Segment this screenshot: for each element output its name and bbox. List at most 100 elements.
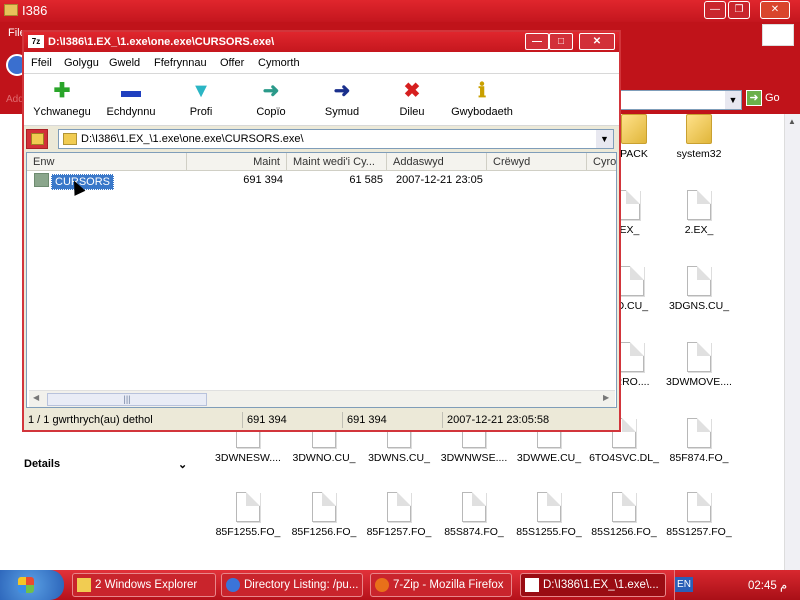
file-item[interactable]: 85F1257.FO_ [361,492,437,538]
file-icon [462,492,486,522]
scroll-right-icon[interactable]: ▶ [603,393,609,402]
folder-up-icon [31,133,44,145]
scroll-left-icon[interactable]: ◀ [33,393,39,402]
file-icon [312,492,336,522]
address-input[interactable] [620,90,742,110]
col-header-created[interactable]: Crëwyd [487,153,587,171]
file-item[interactable]: 3DWMOVE.... [661,342,737,388]
sevenzip-titlebar[interactable]: 7z D:\I386\1.EX_\1.exe\one.exe\CURSORS.e… [24,32,619,52]
delete-button[interactable]: ✖ Dileu [377,80,447,118]
chevron-down-icon[interactable]: ▼ [725,91,741,109]
check-icon: ▼ [191,80,211,102]
info-button[interactable]: ℹ Gwybodaeth [446,80,518,118]
path-input[interactable]: D:\I386\1.EX_\1.exe\one.exe\CURSORS.exe\… [58,129,614,149]
scroll-up-icon[interactable]: ▲ [788,117,796,126]
start-button[interactable] [0,570,64,600]
extract-button[interactable]: ▬ Echdynnu [96,80,166,118]
col-header-extra[interactable]: Cyro [587,153,616,171]
vertical-scrollbar[interactable]: ▲ [784,114,800,570]
details-heading[interactable]: Details [24,458,60,470]
task-directory-listing[interactable]: Directory Listing: /pu... [221,573,363,597]
menu-gweld[interactable]: Gweld [109,57,140,69]
test-button[interactable]: ▼ Profi [166,80,236,118]
go-button[interactable]: ➜ Go [746,90,800,110]
file-item[interactable]: 85F1256.FO_ [286,492,362,538]
task-label: 2 Windows Explorer [95,579,198,591]
explorer-titlebar[interactable]: I386 — ❐ ✕ [0,0,800,22]
item-label: 85S1257.FO_ [666,526,732,538]
col-header-modified[interactable]: Addaswyd [387,153,487,171]
windows-logo-icon [18,577,34,593]
up-folder-button[interactable] [26,129,48,149]
expand-chevron-icon[interactable]: ⌄ [178,458,187,471]
folder-icon [621,114,647,144]
task-windows-explorer[interactable]: 2 Windows Explorer [72,573,216,597]
menu-cymorth[interactable]: Cymorth [258,57,300,69]
col-header-name[interactable]: Enw [27,153,187,171]
status-size: 691 394 [242,412,342,428]
sevenzip-logo-icon: 7z [28,35,44,48]
sevenzip-path-bar: D:\I386\1.EX_\1.exe\one.exe\CURSORS.exe\… [24,127,619,151]
menu-golygu[interactable]: Golygu [64,57,99,69]
file-item[interactable]: 3DGNS.CU_ [661,266,737,312]
close-button[interactable]: ✕ [760,1,790,19]
file-item[interactable]: 85S1257.FO_ [661,492,737,538]
test-label: Profi [189,106,213,118]
add-button[interactable]: ✚ Ychwanegu [27,80,97,118]
go-label: Go [765,91,780,104]
chevron-down-icon[interactable]: ▼ [596,130,613,148]
status-date: 2007-12-21 23:05:58 [442,412,617,428]
sevenzip-toolbar: ✚ Ychwanegu ▬ Echdynnu ▼ Profi ➜ Copïo ➜… [24,74,619,126]
file-item[interactable]: 85S1256.FO_ [586,492,662,538]
file-item[interactable]: 85F874.FO_ [661,418,737,464]
status-packed: 691 394 [342,412,442,428]
file-icon [34,173,49,187]
language-indicator[interactable]: EN [675,577,693,592]
clock[interactable]: 02:45 م [748,578,787,592]
extract-label: Echdynnu [106,106,156,118]
menu-ffefrynnau[interactable]: Ffefrynnau [154,57,207,69]
table-row[interactable]: CURSORS 691 394 61 585 2007-12-21 23:05 [27,172,616,190]
col-header-size[interactable]: Maint [187,153,287,171]
task-label: D:\I386\1.EX_\1.exe\... [543,579,659,591]
folder-item[interactable]: system32 [661,114,737,160]
delete-x-icon: ✖ [403,80,421,102]
status-bar: 1 / 1 gwrthrych(au) dethol 691 394 691 3… [24,409,619,430]
file-item[interactable]: 85S1255.FO_ [511,492,587,538]
file-item[interactable]: 85F1255.FO_ [210,492,286,538]
menu-offer[interactable]: Offer [220,57,244,69]
folder-icon [686,114,712,144]
copy-button[interactable]: ➜ Copïo [236,80,306,118]
col-header-packed[interactable]: Maint wedi'i Cy... [287,153,387,171]
item-label: 3DWWE.CU_ [516,452,582,464]
maximize-button[interactable]: □ [549,33,573,50]
file-icon [236,492,260,522]
restore-button[interactable]: ❐ [728,1,750,19]
info-icon: ℹ [478,80,486,102]
scrollbar-thumb[interactable]: ||| [47,393,207,406]
task-sevenzip[interactable]: D:\I386\1.EX_\1.exe\... [520,573,666,597]
file-icon [620,266,644,296]
close-button[interactable]: ✕ [579,33,615,50]
menu-ffeil[interactable]: Ffeil [31,57,52,69]
item-label: 3DWNO.CU_ [292,452,356,464]
firefox-icon [375,578,389,592]
task-firefox[interactable]: 7-Zip - Mozilla Firefox [370,573,512,597]
file-item[interactable]: 85S874.FO_ [436,492,512,538]
horizontal-scrollbar[interactable]: ◀ ||| ▶ [29,390,615,407]
file-item[interactable]: 2.EX_ [661,190,737,236]
explorer-title: I386 [22,3,48,18]
minimize-button[interactable]: — [525,33,549,50]
task-label: Directory Listing: /pu... [244,579,359,591]
file-list[interactable]: Enw Maint Maint wedi'i Cy... Addaswyd Cr… [26,152,617,408]
plus-icon: ✚ [53,80,71,102]
folder-icon [77,578,91,592]
item-label: 6TO4SVC.DL_ [589,452,659,464]
file-icon [537,492,561,522]
item-label: 3DWNESW.... [215,452,281,464]
item-label: 85S1256.FO_ [591,526,657,538]
move-button[interactable]: ➜ Symud [307,80,377,118]
minimize-button[interactable]: — [704,1,726,19]
item-label: 3DWNS.CU_ [368,452,430,464]
go-arrow-icon: ➜ [746,90,762,106]
